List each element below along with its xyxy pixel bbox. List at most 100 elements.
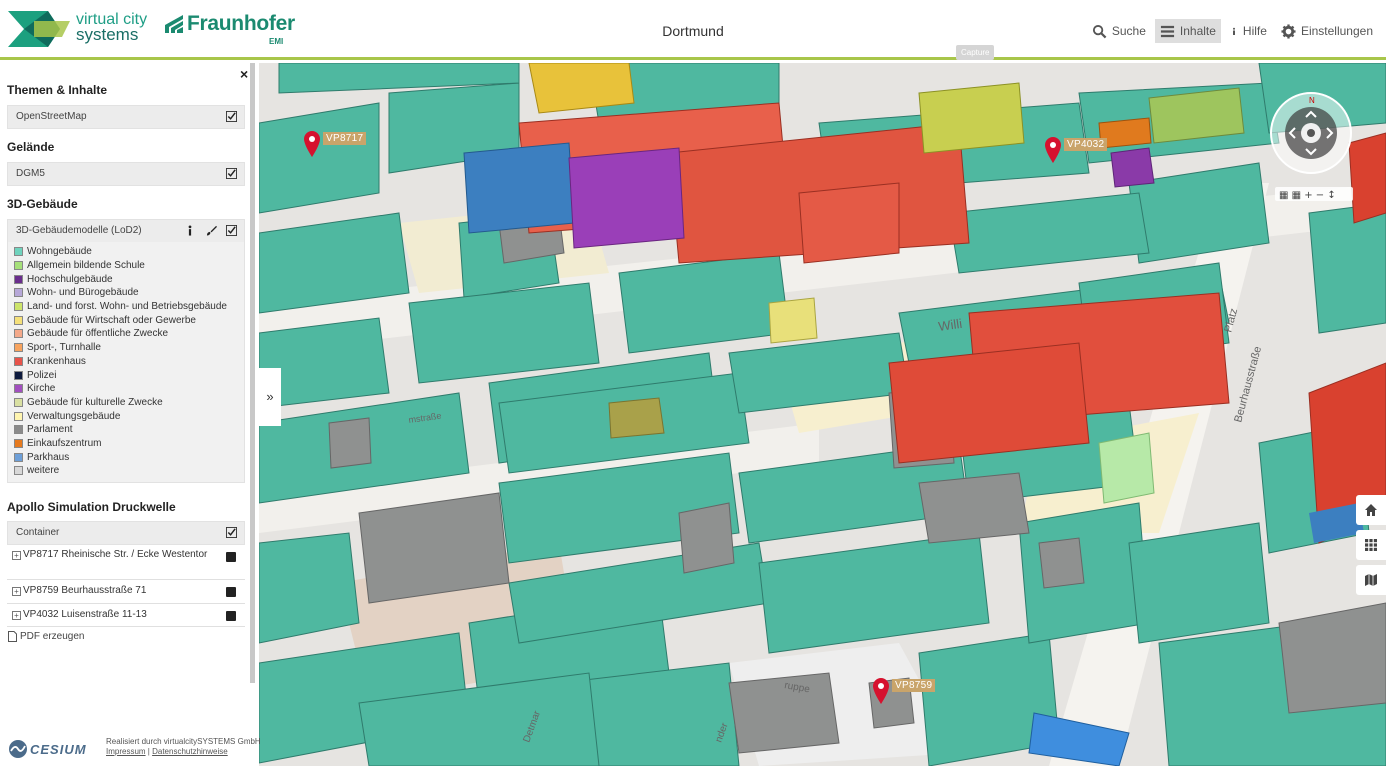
marker-vp8759[interactable]: VP8759 bbox=[872, 677, 936, 705]
legend-swatch bbox=[14, 315, 23, 325]
nav-settings[interactable]: Einstellungen bbox=[1276, 19, 1378, 43]
marker-vp4032[interactable]: VP4032 bbox=[1044, 136, 1108, 164]
brand-emi: EMI bbox=[269, 37, 284, 46]
layer-dgm5-label: DGM5 bbox=[16, 168, 45, 179]
legend-item: weitere bbox=[14, 464, 239, 478]
layer-container[interactable]: Container bbox=[7, 521, 245, 545]
map-pin-icon bbox=[304, 131, 320, 157]
section-gelaende: Gelände bbox=[7, 140, 55, 154]
checkbox-checked-icon[interactable] bbox=[226, 527, 237, 538]
marker-label: VP4032 bbox=[1064, 138, 1108, 151]
expand-icon[interactable]: + bbox=[12, 587, 21, 596]
legend-label: Krankenhaus bbox=[27, 355, 86, 367]
marker-vp8717[interactable]: VP8717 bbox=[303, 130, 367, 158]
checkbox-checked-icon[interactable] bbox=[226, 168, 237, 179]
marker-label: VP8717 bbox=[323, 132, 367, 145]
nav-contents[interactable]: Inhalte bbox=[1154, 19, 1221, 43]
credit-text: Realisiert durch virtualcitySYSTEMS GmbH bbox=[106, 737, 261, 746]
pdf-export-label: PDF erzeugen bbox=[20, 631, 85, 642]
legend-item: Kirche bbox=[14, 382, 239, 396]
list-icon bbox=[1160, 25, 1174, 37]
legend-swatch bbox=[14, 343, 23, 353]
expand-icon[interactable]: + bbox=[12, 551, 21, 560]
close-sidebar-button[interactable]: × bbox=[240, 66, 248, 82]
layer-openstreetmap[interactable]: OpenStreetMap bbox=[7, 105, 245, 129]
info-icon bbox=[1232, 27, 1235, 35]
layer-dgm5[interactable]: DGM5 bbox=[7, 162, 245, 186]
nav-help[interactable]: Hilfe bbox=[1225, 19, 1272, 43]
zoom-toolbar: ▦ ▦ + − ↕ bbox=[1275, 187, 1353, 201]
checkbox-checked-icon[interactable] bbox=[226, 225, 237, 236]
datenschutz-link[interactable]: Datenschutzhinweise bbox=[152, 747, 228, 756]
checkbox-checked-icon[interactable] bbox=[226, 611, 236, 621]
pdf-export-link[interactable]: PDF erzeugen bbox=[8, 631, 84, 642]
legend-label: Parlament bbox=[27, 424, 73, 436]
layer-openstreetmap-label: OpenStreetMap bbox=[16, 111, 87, 122]
nav-search[interactable]: Suche bbox=[1087, 19, 1151, 43]
legend-label: Allgemein bildende Schule bbox=[27, 260, 145, 272]
map-pin-icon bbox=[1045, 137, 1061, 163]
home-button[interactable] bbox=[1356, 495, 1386, 525]
home-icon bbox=[1365, 504, 1377, 516]
section-3d-gebaeude: 3D-Gebäude bbox=[7, 197, 78, 211]
checkbox-checked-icon[interactable] bbox=[226, 111, 237, 122]
legend-label: Verwaltungsgebäude bbox=[27, 410, 121, 422]
sidebar-toggle-button[interactable]: » bbox=[259, 368, 281, 426]
container-item-label: VP4032 Luisenstraße 11-13 bbox=[23, 609, 147, 620]
map-viewer[interactable]: Willi mstraße Beurhausstraße Platz ruppe… bbox=[259, 63, 1386, 766]
grid-view-button[interactable] bbox=[1356, 530, 1386, 560]
legend-swatch bbox=[14, 356, 23, 366]
layer-lod2[interactable]: 3D-Gebäudemodelle (LoD2) Wohngebäude Allg… bbox=[7, 219, 245, 483]
legend-swatch bbox=[14, 384, 23, 394]
brush-icon[interactable] bbox=[206, 225, 217, 236]
3d-city-scene[interactable]: Willi mstraße Beurhausstraße Platz ruppe… bbox=[259, 63, 1386, 766]
legend-item: Krankenhaus bbox=[14, 355, 239, 369]
legend-label: Einkaufszentrum bbox=[27, 437, 102, 449]
cesium-logo: CESIUM bbox=[8, 739, 87, 759]
legend-swatch bbox=[14, 438, 23, 448]
nav-help-label: Hilfe bbox=[1242, 24, 1267, 38]
legend-swatch bbox=[14, 452, 23, 462]
legend-item: Gebäude für Wirtschaft oder Gewerbe bbox=[14, 313, 239, 327]
legend-item: Gebäude für öffentliche Zwecke bbox=[14, 327, 239, 341]
brand-vcs-line2: systems bbox=[76, 25, 139, 44]
legend-label: weitere bbox=[27, 465, 60, 477]
map-view-button[interactable] bbox=[1356, 565, 1386, 595]
container-item-vp8759[interactable]: + VP8759 Beurhausstraße 71 bbox=[7, 581, 245, 604]
legend-swatch bbox=[14, 247, 23, 257]
legend-swatch bbox=[14, 397, 23, 407]
checkbox-checked-icon[interactable] bbox=[226, 552, 236, 562]
legend-item: Gebäude für kulturelle Zwecke bbox=[14, 396, 239, 410]
brand-fraunhofer: Fraunhofer bbox=[187, 12, 295, 35]
section-apollo: Apollo Simulation Druckwelle bbox=[7, 500, 176, 514]
building-legend: Wohngebäude Allgemein bildende Schule Hoch… bbox=[8, 242, 244, 482]
layer-container-label: Container bbox=[16, 527, 60, 538]
page-title: Dortmund bbox=[662, 23, 724, 39]
grid-icon bbox=[1365, 539, 1377, 551]
checkbox-checked-icon[interactable] bbox=[226, 587, 236, 597]
sidebar-scrollbar[interactable] bbox=[250, 63, 255, 683]
container-item-vp8717[interactable]: + VP8717 Rheinische Str. / Ecke Westento… bbox=[7, 545, 245, 580]
legend-label: Polizei bbox=[27, 369, 57, 381]
legend-label: Wohn- und Bürogebäude bbox=[27, 287, 139, 299]
legend-swatch bbox=[14, 411, 23, 421]
section-themen: Themen & Inhalte bbox=[7, 83, 108, 97]
contents-sidebar: × Themen & Inhalte OpenStreetMap Gelände… bbox=[0, 63, 257, 733]
legend-item: Wohngebäude bbox=[14, 245, 239, 259]
impressum-link[interactable]: Impressum bbox=[106, 747, 146, 756]
info-icon[interactable] bbox=[186, 225, 194, 236]
container-item-vp4032[interactable]: + VP4032 Luisenstraße 11-13 bbox=[7, 605, 245, 627]
legend-swatch bbox=[14, 425, 23, 435]
legend-label: Gebäude für Wirtschaft oder Gewerbe bbox=[27, 314, 196, 326]
legend-label: Land- und forst. Wohn- und Betriebsgebäu… bbox=[27, 301, 227, 313]
compass-widget: N bbox=[1270, 92, 1352, 174]
search-icon bbox=[1092, 24, 1107, 38]
legend-item: Polizei bbox=[14, 368, 239, 382]
expand-icon[interactable]: + bbox=[12, 611, 21, 620]
file-icon bbox=[8, 631, 17, 642]
cesium-icon bbox=[9, 740, 27, 758]
app-header: virtual city systems Fraunhofer EMI Dort… bbox=[0, 0, 1386, 60]
legend-swatch bbox=[14, 302, 23, 312]
top-nav: Suche Inhalte Hilfe Einstellungen bbox=[1087, 18, 1378, 44]
legend-item: Hochschulgebäude bbox=[14, 272, 239, 286]
